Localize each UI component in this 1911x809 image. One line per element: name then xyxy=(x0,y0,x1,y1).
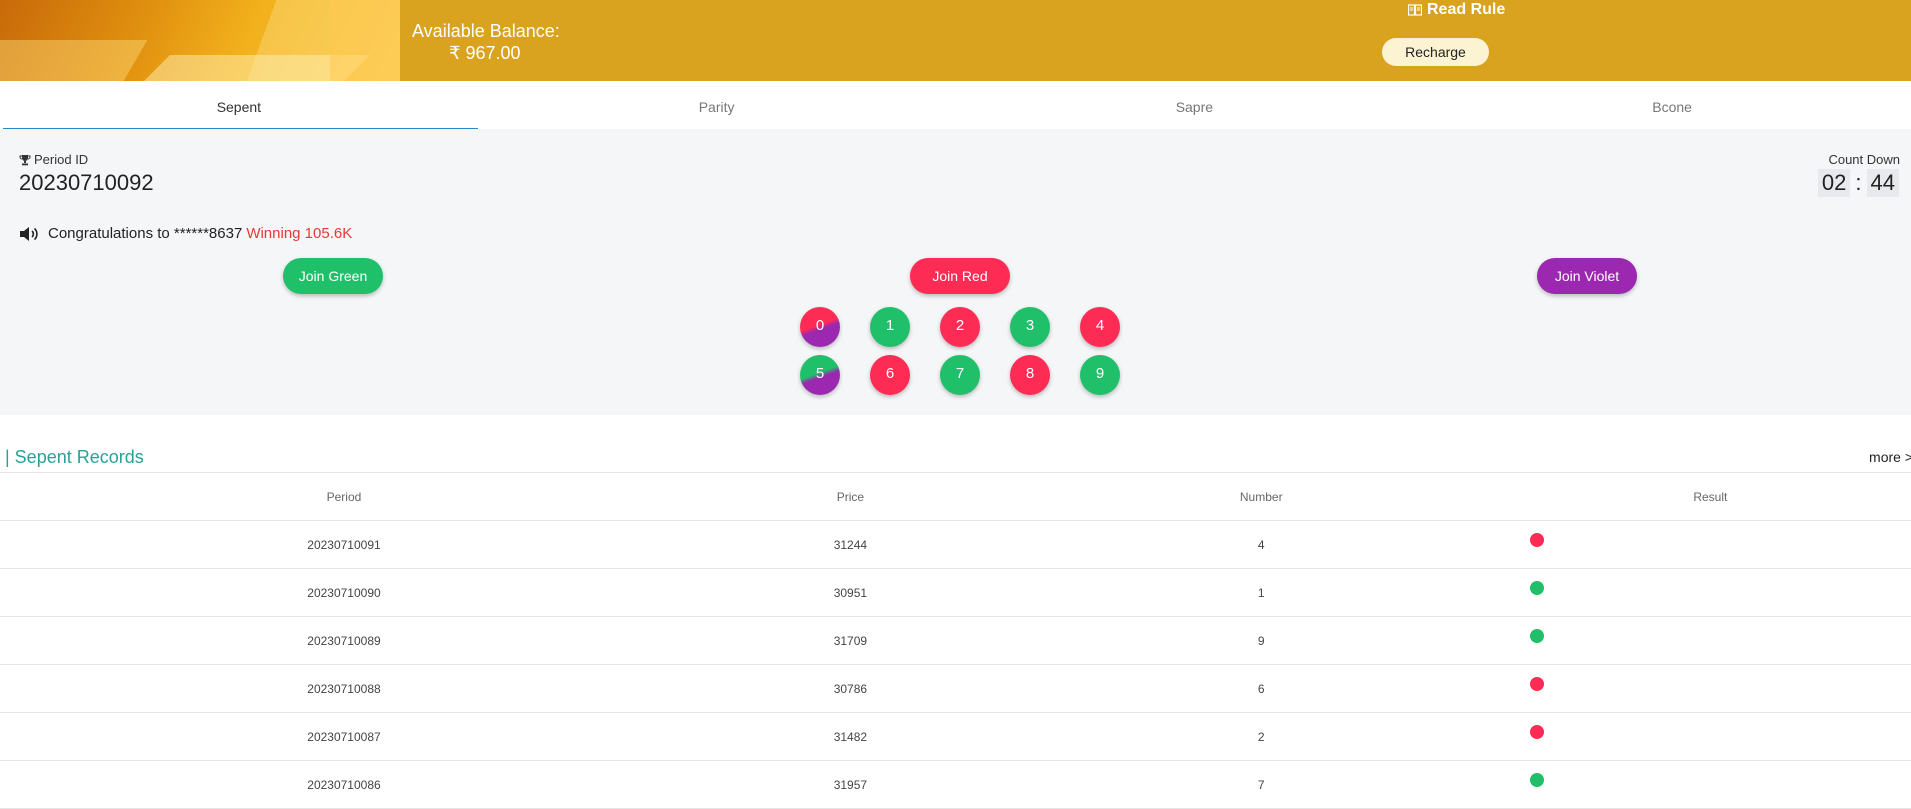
result-dot-red xyxy=(1530,725,1545,739)
book-icon xyxy=(1408,4,1422,16)
number-ball-2[interactable]: 2 xyxy=(940,307,980,347)
result-dot-green xyxy=(1530,629,1545,643)
result-cell xyxy=(1509,616,1911,665)
number-ball-7[interactable]: 7 xyxy=(940,355,980,395)
number-cell: 4 xyxy=(1012,520,1510,569)
countdown-minutes: 02 xyxy=(1817,169,1851,197)
table-row: 20230710090 30951 1 xyxy=(0,568,1911,617)
number-ball-3[interactable]: 3 xyxy=(1010,307,1050,347)
table-row: 20230710089 31709 9 xyxy=(0,616,1911,665)
number-ball-1[interactable]: 1 xyxy=(870,307,910,347)
number-cell: 2 xyxy=(1012,712,1510,761)
period-label: Period ID xyxy=(19,152,88,167)
number-cell: 6 xyxy=(1012,664,1510,713)
period-cell: 20230710090 xyxy=(0,568,688,617)
number-cell: 1 xyxy=(1012,568,1510,617)
number-ball-6[interactable]: 6 xyxy=(870,355,910,395)
price-cell: 31957 xyxy=(687,760,1013,809)
speaker-icon xyxy=(20,226,38,241)
price-cell: 31482 xyxy=(687,712,1013,761)
countdown-timer: 02 : 44 xyxy=(1817,169,1899,197)
records-title: | Sepent Records xyxy=(5,447,144,467)
header-bar: Available Balance: ₹ 967.00 Read Rule Re… xyxy=(0,0,1911,81)
period-id-value: 20230710092 xyxy=(19,170,154,195)
result-cell xyxy=(1509,520,1911,569)
result-cell xyxy=(1509,760,1911,809)
table-header-row: Period Price Number Result xyxy=(0,473,1911,521)
price-cell: 31709 xyxy=(687,616,1013,665)
table-row: 20230710087 31482 2 xyxy=(0,712,1911,761)
result-cell xyxy=(1509,568,1911,617)
countdown-seconds: 44 xyxy=(1866,169,1899,197)
join-violet-button[interactable]: Join Violet xyxy=(1537,258,1637,294)
table-row: 20230710086 31957 7 xyxy=(0,760,1911,809)
records-table: Period Price Number Result 20230710091 3… xyxy=(0,473,1911,809)
period-cell: 20230710086 xyxy=(0,760,688,809)
number-ball-5[interactable]: 5 xyxy=(800,355,840,395)
countdown-separator: : xyxy=(1855,170,1862,195)
congrats-text: Congratulations to ******8637 xyxy=(48,225,243,242)
result-cell xyxy=(1509,664,1911,713)
recharge-button[interactable]: Recharge xyxy=(1382,38,1489,66)
price-cell: 31244 xyxy=(687,520,1013,569)
game-panel: Period ID 20230710092 Count Down 02 : 44… xyxy=(0,129,1911,415)
read-rule-link[interactable]: Read Rule xyxy=(1408,1,1505,19)
winning-amount: Winning 105.6K xyxy=(246,225,353,242)
join-green-button[interactable]: Join Green xyxy=(283,258,383,294)
table-row: 20230710088 30786 6 xyxy=(0,664,1911,713)
result-dot-green xyxy=(1530,773,1545,787)
trophy-icon xyxy=(19,154,31,165)
tab-bcone[interactable]: Bcone xyxy=(1433,81,1911,129)
tab-parity[interactable]: Parity xyxy=(478,81,956,129)
more-records-link[interactable]: more > xyxy=(1869,449,1911,465)
join-red-button[interactable]: Join Red xyxy=(910,258,1010,294)
column-header-result: Result xyxy=(1509,473,1911,521)
period-cell: 20230710091 xyxy=(0,520,688,569)
period-cell: 20230710089 xyxy=(0,616,688,665)
balance-value: ₹ 967.00 xyxy=(449,43,521,63)
tab-sapre[interactable]: Sapre xyxy=(956,81,1434,129)
number-ball-9[interactable]: 9 xyxy=(1080,355,1120,395)
tab-sepent[interactable]: Sepent xyxy=(0,81,478,130)
column-header-number: Number xyxy=(1012,473,1510,521)
table-row: 20230710091 31244 4 xyxy=(0,520,1911,569)
column-header-period: Period xyxy=(0,473,688,521)
number-ball-4[interactable]: 4 xyxy=(1080,307,1120,347)
result-dot-green xyxy=(1530,581,1545,595)
price-cell: 30786 xyxy=(687,664,1013,713)
read-rule-label: Read Rule xyxy=(1427,1,1506,18)
column-header-price: Price xyxy=(687,473,1013,521)
balance-label: Available Balance: xyxy=(412,21,560,41)
result-dot-red xyxy=(1530,677,1545,691)
number-cell: 9 xyxy=(1012,616,1510,665)
number-cell: 7 xyxy=(1012,760,1510,809)
result-cell xyxy=(1509,712,1911,761)
game-tabs: Sepent Parity Sapre Bcone xyxy=(0,81,1911,130)
period-cell: 20230710088 xyxy=(0,664,688,713)
countdown-label: Count Down xyxy=(1828,152,1900,167)
price-cell: 30951 xyxy=(687,568,1013,617)
number-ball-0[interactable]: 0 xyxy=(800,307,840,347)
winner-announcement: Congratulations to ******8637 Winning 10… xyxy=(19,225,352,242)
result-dot-red xyxy=(1530,533,1545,547)
period-cell: 20230710087 xyxy=(0,712,688,761)
period-label-text: Period ID xyxy=(34,152,89,167)
number-ball-8[interactable]: 8 xyxy=(1010,355,1050,395)
header-banner-image xyxy=(0,0,400,81)
